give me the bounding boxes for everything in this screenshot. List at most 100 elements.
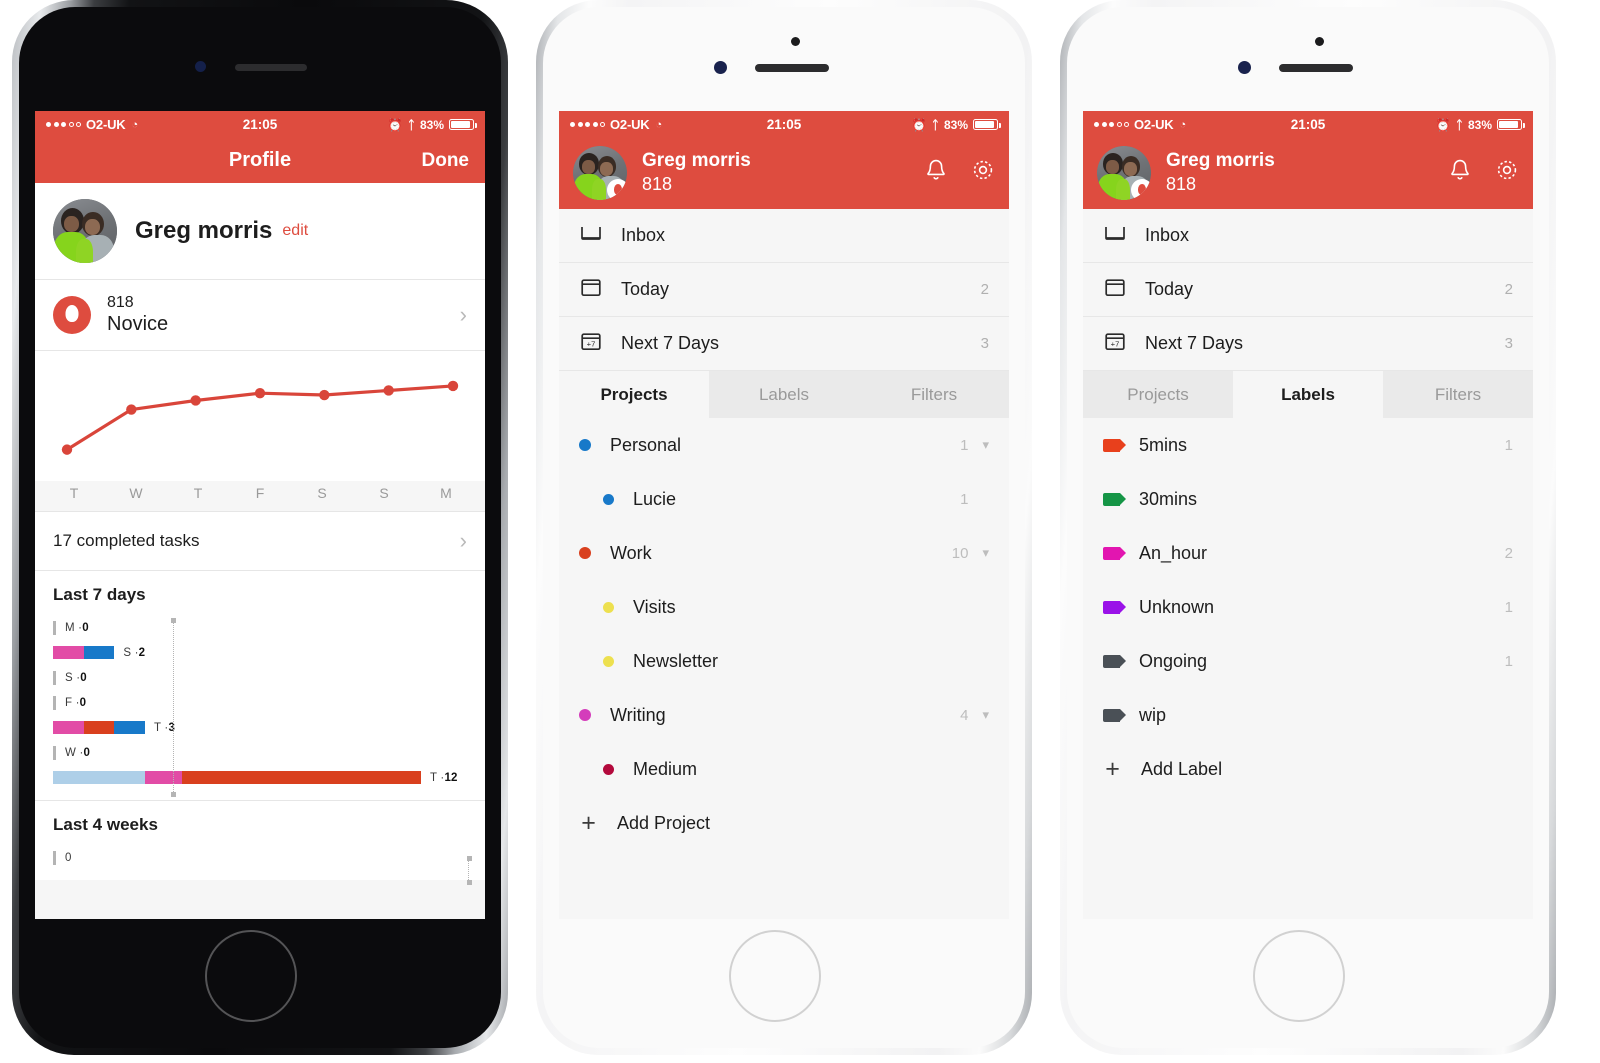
project-item[interactable]: Visits▾ xyxy=(559,580,1009,634)
avatar[interactable] xyxy=(1097,145,1151,200)
bar-row: T ·12 xyxy=(53,765,467,790)
chevron-down-icon[interactable]: ▾ xyxy=(982,545,989,561)
menu-header-actions xyxy=(1449,158,1519,187)
project-label: Visits xyxy=(633,596,676,617)
bell-icon[interactable] xyxy=(1449,158,1471,187)
nav-item-inbox[interactable]: Inbox xyxy=(559,209,1009,263)
calendar-7-icon: +7 xyxy=(1103,329,1127,358)
label-item[interactable]: Unknown 1 xyxy=(1083,580,1533,634)
label-text: Unknown xyxy=(1139,596,1215,617)
bar-row: 0 xyxy=(53,845,467,870)
bar-track xyxy=(53,620,56,635)
project-item[interactable]: Newsletter▾ xyxy=(559,634,1009,688)
nav-item-count: 3 xyxy=(980,335,989,352)
bar-row: W ·0 xyxy=(53,740,467,765)
phone-2-screen: O2-UK ◔ 21:05 ⏰ ᛏ 83% Greg morris 818 In… xyxy=(559,111,1009,919)
alarm-icon: ⏰ xyxy=(911,117,927,132)
nav-item-next-7-days[interactable]: +7 Next 7 Days 3 xyxy=(559,317,1009,371)
project-item[interactable]: Lucie1▾ xyxy=(559,472,1009,526)
project-label: Personal xyxy=(610,434,682,455)
karma-chart-axis-labels: TWTFSSM xyxy=(35,481,485,513)
signal-strength-icon xyxy=(1094,122,1129,127)
label-count: 1 xyxy=(1504,436,1513,454)
label-count: 1 xyxy=(1504,598,1513,616)
calendar-icon xyxy=(1103,275,1127,304)
karma-text: 818 Novice xyxy=(107,294,168,336)
section-title: Last 4 weeks xyxy=(53,815,158,835)
phone-3-device: O2-UK ◔ 21:05 ⏰ ᛏ 83% Greg morris 818 In… xyxy=(1060,0,1556,1055)
phone-1-screen: O2-UK ◔ 21:05 ⏰ ᛏ 83% Profile Done Greg … xyxy=(35,111,485,919)
wifi-icon: ◔ xyxy=(655,118,663,131)
tab-labels[interactable]: Labels xyxy=(709,371,859,418)
add-label-button[interactable]: + Add Label xyxy=(1083,742,1533,796)
bar-row: F ·0 xyxy=(53,690,467,715)
nav-item-label: Today xyxy=(621,279,670,299)
data-point xyxy=(254,388,266,399)
project-item[interactable]: Writing 4 ▾ xyxy=(559,688,1009,742)
project-item[interactable]: Work 10 ▾ xyxy=(559,526,1009,580)
nav-item-inbox[interactable]: Inbox xyxy=(1083,209,1533,263)
axis-tick-label: S xyxy=(317,485,327,502)
gear-icon[interactable] xyxy=(971,158,995,187)
project-label: Writing xyxy=(610,704,666,725)
label-item[interactable]: wip xyxy=(1083,688,1533,742)
tab-labels[interactable]: Labels xyxy=(1233,371,1383,418)
status-bar-left: O2-UK ◔ xyxy=(46,117,138,132)
label-tag-tip xyxy=(1120,492,1126,505)
project-label: Lucie xyxy=(633,488,677,509)
tab-projects[interactable]: Projects xyxy=(1083,371,1233,418)
karma-row[interactable]: 818 Novice › xyxy=(35,280,485,352)
axis-tick-label: T xyxy=(69,485,79,502)
bar-segment xyxy=(145,771,182,785)
home-button[interactable] xyxy=(1253,930,1345,1022)
karma-level: Novice xyxy=(107,312,169,335)
tab-filters[interactable]: Filters xyxy=(859,371,1009,418)
projects-list: Personal1▾Lucie1▾Work10▾Visits▾Newslette… xyxy=(559,418,1009,796)
home-button[interactable] xyxy=(729,930,821,1022)
nav-item-today[interactable]: Today 2 xyxy=(559,263,1009,317)
edit-profile-button[interactable]: edit xyxy=(282,222,308,240)
add-project-button[interactable]: + Add Project xyxy=(559,796,1009,850)
axis-tick-label: F xyxy=(255,485,265,502)
completed-tasks-row[interactable]: 17 completed tasks › xyxy=(35,512,485,572)
home-button[interactable] xyxy=(205,930,297,1022)
carrier-name: O2-UK xyxy=(610,117,650,132)
project-item[interactable]: Medium▾ xyxy=(559,742,1009,796)
chevron-down-icon[interactable]: ▾ xyxy=(982,707,989,723)
average-marker-line xyxy=(466,856,472,886)
done-button[interactable]: Done xyxy=(422,150,470,172)
tab-projects[interactable]: Projects xyxy=(559,371,709,418)
axis-tick-label: S xyxy=(379,485,389,502)
avatar[interactable] xyxy=(53,199,117,263)
label-item[interactable]: 5mins 1 xyxy=(1083,418,1533,472)
data-point xyxy=(190,395,201,407)
nav-item-today[interactable]: Today 2 xyxy=(1083,263,1533,317)
chevron-down-icon[interactable]: ▾ xyxy=(982,437,989,453)
nav-item-label: Next 7 Days xyxy=(621,333,720,353)
avatar[interactable] xyxy=(573,145,627,200)
tab-bar: Projects Labels Filters xyxy=(1083,371,1533,418)
status-bar: O2-UK ◔ 21:05 ⏰ ᛏ 83% xyxy=(35,111,485,138)
alarm-icon: ⏰ xyxy=(1435,117,1451,132)
labels-list: 5mins 1 30mins An_hour 2 Unknown 1 Ongoing 1 wip xyxy=(1083,418,1533,742)
label-text: 5mins xyxy=(1139,434,1188,455)
profile-row[interactable]: Greg morris edit xyxy=(35,183,485,280)
label-item[interactable]: 30mins xyxy=(1083,472,1533,526)
proximity-sensor-icon xyxy=(1315,37,1324,46)
karma-chart-svg xyxy=(61,381,459,456)
carrier-name: O2-UK xyxy=(1134,117,1174,132)
status-bar-left: O2-UK ◔ xyxy=(1094,117,1186,132)
signal-strength-icon xyxy=(46,122,81,127)
bar-label: S ·2 xyxy=(123,646,146,659)
calendar-7-icon: +7 xyxy=(579,329,603,358)
label-item[interactable]: An_hour 2 xyxy=(1083,526,1533,580)
last-4-weeks-bar-chart: 0 xyxy=(53,845,472,886)
tab-filters[interactable]: Filters xyxy=(1383,371,1533,418)
label-item[interactable]: Ongoing 1 xyxy=(1083,634,1533,688)
nav-item-next-7-days[interactable]: +7 Next 7 Days 3 xyxy=(1083,317,1533,371)
svg-text:+7: +7 xyxy=(1111,339,1120,348)
project-color-dot-icon xyxy=(603,493,614,505)
project-item[interactable]: Personal 1 ▾ xyxy=(559,418,1009,472)
bell-icon[interactable] xyxy=(925,158,947,187)
gear-icon[interactable] xyxy=(1495,158,1519,187)
